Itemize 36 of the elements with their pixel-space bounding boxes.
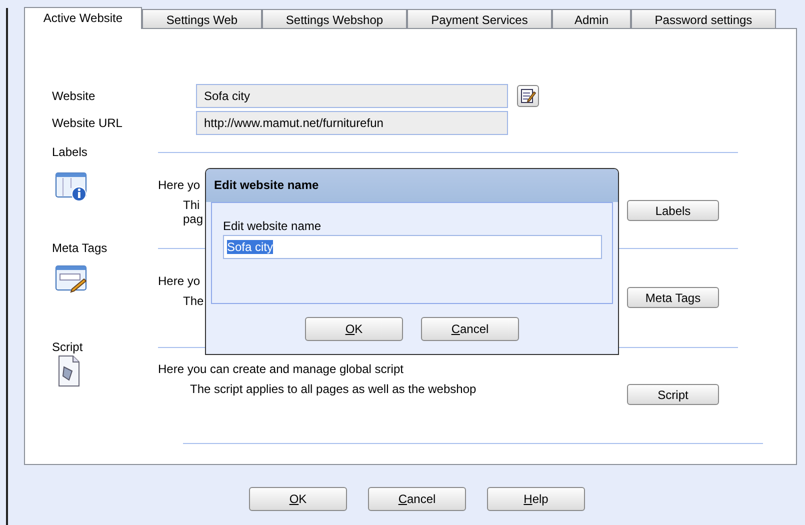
url-field[interactable]: http://www.mamut.net/furniturefun (196, 111, 508, 135)
selected-text: Sofa city (227, 240, 274, 254)
field-label: Edit website name (223, 219, 322, 235)
dialog-title: Edit website name (206, 169, 618, 202)
name-field[interactable]: Sofa city (223, 235, 602, 259)
description-text: pag (183, 212, 204, 226)
dialog-ok-button[interactable]: OK (305, 317, 403, 341)
section-button[interactable]: Meta Tags (627, 287, 719, 308)
description-text: Here yo (158, 274, 200, 288)
section-button[interactable]: Script (627, 384, 719, 405)
tab[interactable]: Settings Webshop (262, 9, 407, 28)
tab[interactable]: Payment Services (407, 9, 552, 28)
cancel-button[interactable]: Cancel (368, 487, 466, 511)
tab[interactable]: Active Website (24, 7, 142, 29)
labels-info-icon (55, 172, 89, 202)
field-label: Website (52, 89, 96, 103)
dialog-cancel-button[interactable]: Cancel (421, 317, 519, 341)
help-button[interactable]: Help (487, 487, 585, 511)
section-title: Script (52, 340, 83, 354)
section-title: Meta Tags (52, 241, 108, 255)
ok-button[interactable]: OK (249, 487, 347, 511)
meta-tag-pencil-icon (55, 265, 89, 293)
description-text: The script applies to all pages as well as the webshop (190, 382, 476, 396)
section-title: Labels (52, 145, 88, 159)
tab[interactable]: Admin (552, 9, 631, 28)
description-text: Here you can create and manage global script (158, 362, 404, 376)
description-text: Here yo (158, 178, 200, 192)
description-text: The (183, 294, 204, 308)
field-label: Website URL (52, 116, 124, 130)
tab[interactable]: Password settings (631, 9, 776, 28)
tab[interactable]: Settings Web (142, 9, 262, 28)
section-button[interactable]: Labels (627, 200, 719, 221)
website-field[interactable]: Sofa city (196, 84, 508, 108)
script-document-icon (58, 355, 80, 387)
description-text: Thi (183, 198, 200, 212)
edit-icon[interactable] (517, 85, 539, 107)
